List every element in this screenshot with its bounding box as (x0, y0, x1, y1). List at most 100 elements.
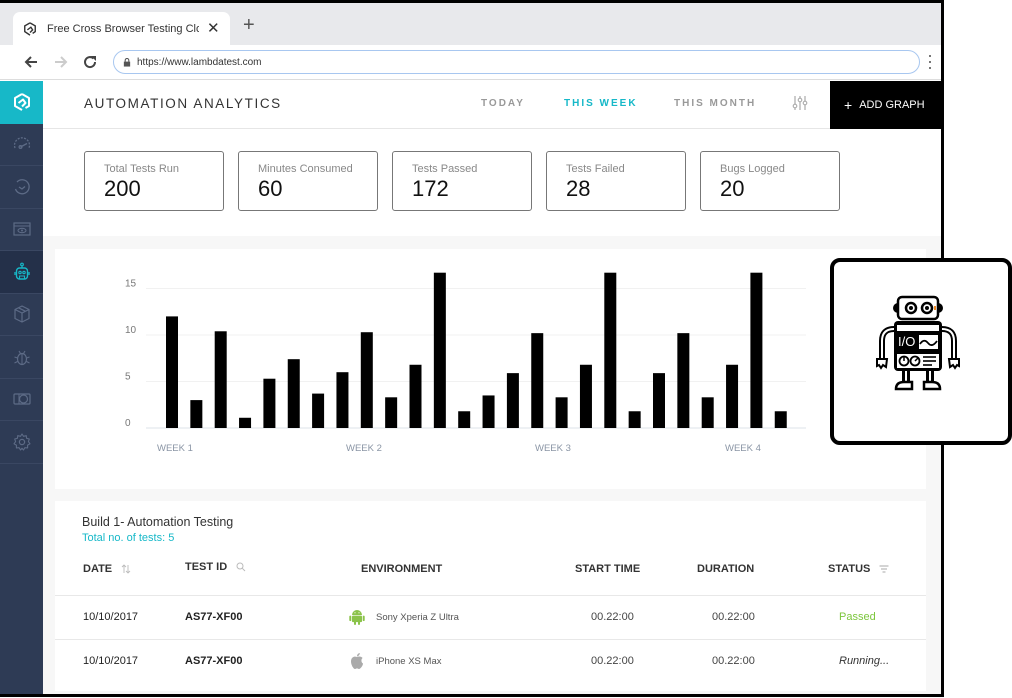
stat-label: Total Tests Run (104, 163, 180, 175)
sidebar-item-realtime[interactable] (0, 166, 43, 209)
column-header-test-id[interactable]: TEST ID (185, 561, 246, 573)
y-tick-label: 15 (125, 279, 137, 290)
tab-title: Free Cross Browser Testing Clou (47, 22, 199, 35)
cell-test-id: AS77-XF00 (185, 655, 243, 667)
tab-strip: Free Cross Browser Testing Clou ✕ + (0, 3, 941, 45)
tab-this-week[interactable]: THIS WEEK (564, 98, 638, 109)
robot-icon (13, 262, 30, 280)
table-row[interactable]: 10/10/2017 AS77-XF00 iPhone XS Max 00.22… (55, 639, 926, 683)
app-header: AUTOMATION ANALYTICS TODAY THIS WEEK THI… (43, 81, 941, 129)
y-tick-label: 10 (125, 325, 137, 336)
stat-label: Tests Failed (566, 163, 625, 175)
stat-label: Bugs Logged (720, 163, 785, 175)
build-total: Total no. of tests: 5 (82, 532, 175, 544)
bar (287, 359, 300, 428)
browser-toolbar: https://www.lambdatest.com (0, 45, 941, 80)
tests-table-card: Build 1- Automation Testing Total no. of… (55, 501, 926, 691)
cell-environment: iPhone XS Max (349, 652, 441, 670)
column-header-status[interactable]: STATUS (828, 563, 889, 575)
column-header-start-time: START TIME (575, 563, 640, 575)
bar (677, 333, 690, 428)
x-week-label: WEEK 2 (346, 443, 382, 454)
new-tab-button[interactable]: + (243, 15, 255, 35)
arrow-right-icon[interactable] (52, 53, 70, 71)
sidebar-item-integrations[interactable] (0, 379, 43, 421)
column-header-environment: ENVIRONMENT (361, 563, 442, 575)
stat-value: 60 (258, 176, 283, 201)
build-title: Build 1- Automation Testing (82, 515, 234, 529)
bar (385, 397, 398, 428)
arrow-left-icon[interactable] (22, 53, 40, 71)
clock-refresh-icon (14, 178, 30, 195)
browser-tab[interactable]: Free Cross Browser Testing Clou ✕ (13, 12, 230, 45)
bar (774, 411, 787, 428)
bar (312, 393, 325, 428)
stat-card-failed: Tests Failed 28 (546, 151, 686, 211)
reload-icon[interactable] (81, 53, 99, 71)
cell-start-time: 00.22:00 (591, 655, 634, 667)
kebab-menu-icon[interactable] (927, 55, 933, 69)
stat-card-passed: Tests Passed 172 (392, 151, 532, 211)
table-row[interactable]: 10/10/2017 AS77-XF00 Sony Xperia Z Ultra… (55, 595, 926, 639)
y-tick-label: 5 (125, 372, 131, 383)
cell-duration: 00.22:00 (712, 611, 755, 623)
bar (531, 333, 544, 428)
cell-duration: 00.22:00 (712, 655, 755, 667)
stat-value: 28 (566, 176, 591, 201)
app-content: AUTOMATION ANALYTICS TODAY THIS WEEK THI… (43, 81, 941, 694)
add-graph-button[interactable]: + ADD GRAPH (830, 81, 941, 129)
sort-icon[interactable] (121, 564, 131, 574)
close-icon[interactable]: ✕ (207, 21, 220, 36)
robot-callout: I/O (830, 258, 1012, 445)
cell-date: 10/10/2017 (83, 655, 139, 667)
browser-eye-icon (12, 222, 31, 236)
sidebar-item-settings[interactable] (0, 421, 43, 464)
stat-card-bugs: Bugs Logged 20 (700, 151, 840, 211)
bar (433, 272, 446, 428)
bar (409, 364, 422, 428)
browser-window: Free Cross Browser Testing Clou ✕ + http… (0, 0, 944, 697)
tab-today[interactable]: TODAY (481, 98, 525, 109)
robot-illustration-icon: I/O (876, 295, 960, 390)
bar (506, 373, 519, 428)
box-icon (13, 305, 30, 323)
sidebar-item-automation[interactable] (0, 251, 43, 294)
bar (726, 364, 739, 428)
page-title: AUTOMATION ANALYTICS (84, 96, 282, 111)
stats-row: Total Tests Run 200 Minutes Consumed 60 … (84, 151, 840, 211)
plus-icon: + (844, 97, 853, 113)
toggle-icon (12, 393, 31, 405)
column-header-date[interactable]: DATE (83, 563, 131, 575)
sliders-icon[interactable] (792, 95, 808, 111)
status-badge: Passed (839, 611, 876, 623)
sidebar-item-visual[interactable] (0, 209, 43, 251)
lambdatest-logo-icon (13, 93, 30, 112)
address-bar[interactable]: https://www.lambdatest.com (113, 50, 920, 74)
sidebar-item-issues[interactable] (0, 336, 43, 379)
y-tick-label: 0 (125, 418, 131, 429)
search-icon[interactable] (236, 562, 246, 572)
filter-icon[interactable] (879, 564, 889, 574)
gear-icon (12, 433, 31, 451)
bar (458, 411, 471, 428)
stat-card-total-tests: Total Tests Run 200 (84, 151, 224, 211)
bar (628, 411, 641, 428)
lambdatest-favicon-icon (24, 21, 36, 36)
bar (750, 272, 763, 428)
bar (555, 397, 568, 428)
bar (360, 332, 373, 428)
sidebar-item-builds[interactable] (0, 294, 43, 336)
sidebar-item-dashboard[interactable] (0, 124, 43, 166)
cell-environment: Sony Xperia Z Ultra (349, 608, 459, 626)
bar (214, 331, 227, 428)
column-label: DATE (83, 563, 113, 575)
environment-name: Sony Xperia Z Ultra (376, 611, 459, 623)
tab-this-month[interactable]: THIS MONTH (674, 98, 756, 109)
cell-date: 10/10/2017 (83, 611, 139, 623)
x-week-label: WEEK 3 (535, 443, 571, 454)
sidebar-logo[interactable] (0, 81, 43, 124)
cell-test-id: AS77-XF00 (185, 611, 243, 623)
chart-card: 0 5 10 15 WEEK 1 WEEK 2 WEEK 3 WEEK 4 (55, 249, 926, 489)
column-label: DURATION (697, 563, 755, 575)
column-label: TEST ID (185, 561, 228, 573)
